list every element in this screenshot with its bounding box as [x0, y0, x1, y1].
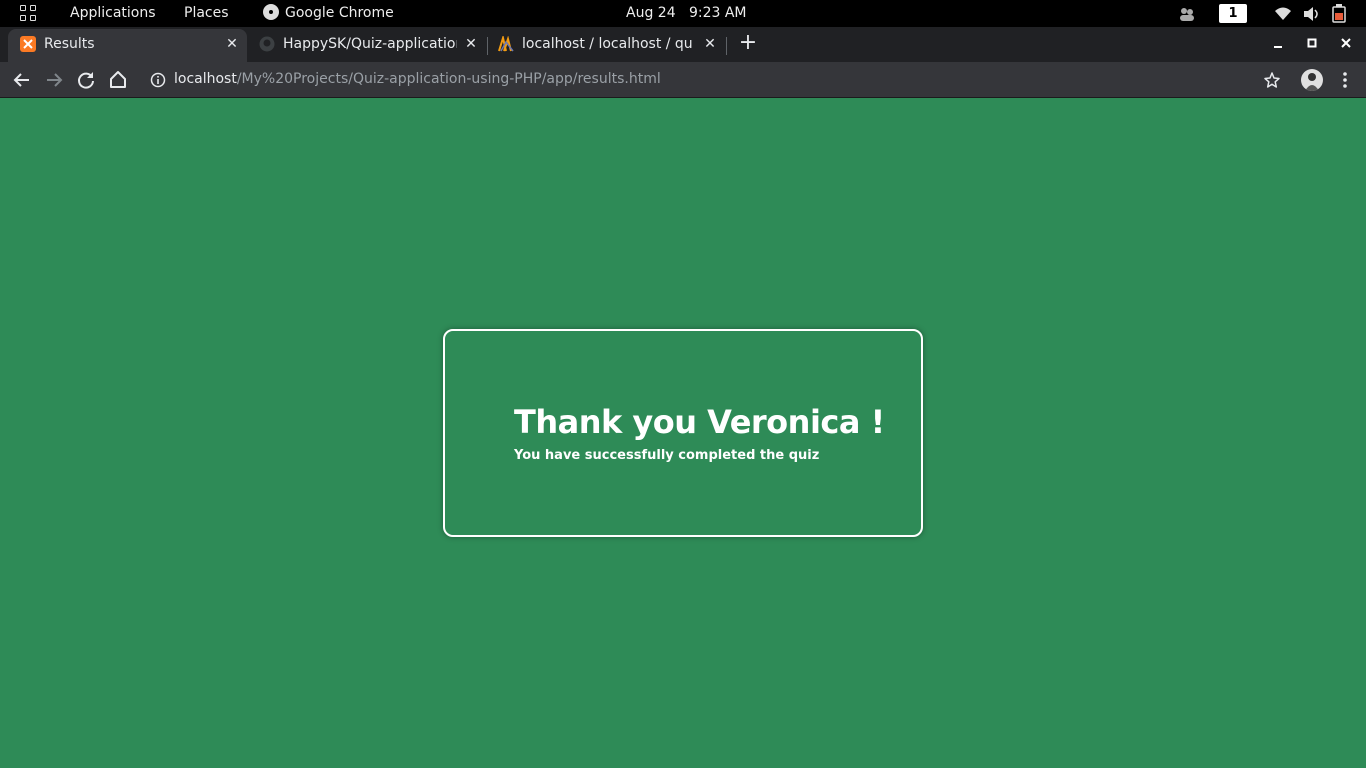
- clock-date: Aug 24: [626, 5, 676, 21]
- tab-phpmyadmin[interactable]: localhost / localhost / quiz ✕: [486, 29, 726, 62]
- xampp-icon: [20, 36, 36, 52]
- system-top-bar: Applications Places Google Chrome Aug 24…: [0, 0, 1366, 27]
- clock[interactable]: Aug 24 9:23 AM: [626, 0, 747, 27]
- app-grid-icon[interactable]: [20, 5, 38, 23]
- maximize-icon: [1307, 38, 1317, 48]
- forward-arrow-icon: [47, 73, 63, 87]
- tab-title: HappySK/Quiz-application: [283, 36, 457, 52]
- tab-github[interactable]: HappySK/Quiz-application ✕: [247, 29, 487, 62]
- phpmyadmin-icon: [498, 36, 514, 52]
- tab-separator: [726, 37, 727, 55]
- active-app-name: Google Chrome: [285, 5, 394, 21]
- clock-time: 9:23 AM: [688, 5, 747, 21]
- minimize-button[interactable]: [1268, 33, 1288, 53]
- menu-button[interactable]: [1333, 68, 1357, 92]
- reload-button[interactable]: [74, 68, 98, 92]
- browser-toolbar: localhost/My%20Projects/Quiz-application…: [0, 62, 1366, 98]
- home-button[interactable]: [106, 68, 130, 92]
- close-tab-icon[interactable]: ✕: [463, 36, 479, 52]
- home-icon: [110, 71, 126, 88]
- workspace-indicator[interactable]: 1: [1219, 4, 1247, 23]
- bookmark-button[interactable]: [1260, 68, 1284, 92]
- back-button[interactable]: [10, 68, 34, 92]
- site-info-icon[interactable]: [150, 72, 166, 88]
- github-icon: [259, 36, 275, 52]
- close-tab-icon[interactable]: ✕: [702, 36, 718, 52]
- back-arrow-icon: [13, 73, 29, 87]
- chrome-icon: [263, 4, 279, 20]
- completion-message: You have successfully completed the quiz: [514, 448, 820, 463]
- address-bar[interactable]: localhost/My%20Projects/Quiz-application…: [174, 62, 661, 96]
- kebab-menu-icon: [1343, 72, 1347, 88]
- battery-icon[interactable]: [1332, 4, 1346, 23]
- minimize-icon: [1274, 46, 1282, 48]
- volume-icon[interactable]: [1302, 6, 1320, 22]
- star-icon: [1264, 72, 1280, 88]
- tab-title: Results: [44, 36, 95, 52]
- applications-menu[interactable]: Applications: [70, 0, 156, 27]
- close-tab-icon[interactable]: ✕: [224, 36, 240, 52]
- users-icon[interactable]: [1178, 6, 1196, 22]
- maximize-button[interactable]: [1302, 33, 1322, 53]
- avatar-image: [1305, 73, 1319, 91]
- url-path: /My%20Projects/Quiz-application-using-PH…: [236, 71, 661, 87]
- reload-icon: [78, 72, 94, 89]
- result-card: Thank you Veronica ! You have successful…: [443, 329, 923, 537]
- profile-avatar[interactable]: [1301, 69, 1323, 91]
- close-window-button[interactable]: [1336, 33, 1356, 53]
- forward-button[interactable]: [42, 68, 66, 92]
- tab-title: localhost / localhost / quiz: [522, 36, 692, 52]
- wifi-icon[interactable]: [1274, 7, 1292, 21]
- close-icon: [1341, 38, 1351, 48]
- tab-results[interactable]: Results ✕: [8, 29, 247, 62]
- url-host: localhost: [174, 71, 237, 87]
- places-menu[interactable]: Places: [184, 0, 229, 27]
- active-app-menu[interactable]: Google Chrome: [263, 0, 394, 27]
- new-tab-button[interactable]: +: [738, 32, 758, 54]
- thank-you-heading: Thank you Veronica !: [514, 403, 885, 441]
